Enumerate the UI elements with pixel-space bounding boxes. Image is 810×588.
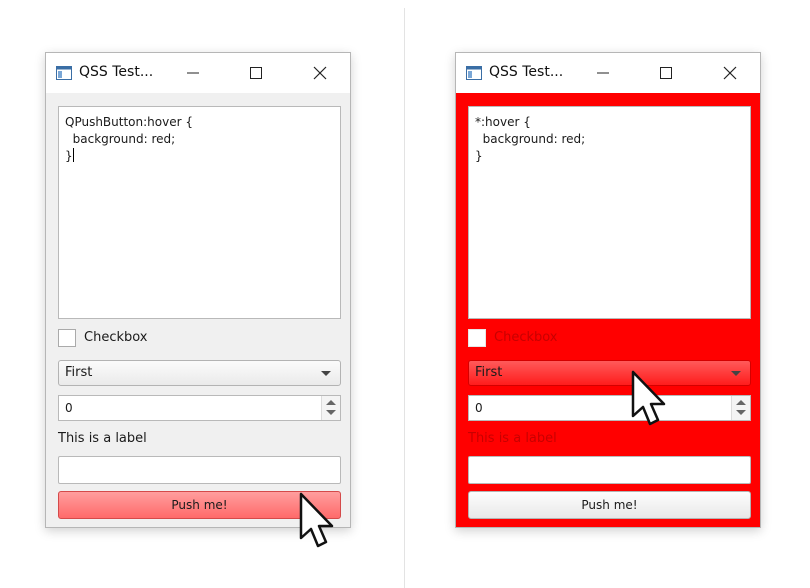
editor-line: *:hover { <box>475 115 531 129</box>
spin-down-icon[interactable] <box>326 410 336 415</box>
stylesheet-editor[interactable]: *:hover { background: red; } <box>468 106 751 319</box>
title-bar[interactable]: QSS Test... <box>46 53 350 93</box>
maximize-icon[interactable] <box>656 63 676 83</box>
spin-box[interactable]: 0 <box>468 395 751 421</box>
window-left: QSS Test... QPushButton:hover { backgrou… <box>45 52 351 528</box>
close-icon[interactable] <box>310 63 330 83</box>
stylesheet-editor[interactable]: QPushButton:hover { background: red; } <box>58 106 341 319</box>
editor-line: } <box>65 149 73 163</box>
panel-divider <box>404 8 405 588</box>
combo-box[interactable]: First <box>468 360 751 386</box>
push-button[interactable]: Push me! <box>468 491 751 519</box>
spin-box[interactable]: 0 <box>58 395 341 421</box>
editor-line: } <box>475 149 483 163</box>
minimize-icon[interactable] <box>593 63 613 83</box>
app-window-icon <box>56 65 72 80</box>
mouse-pointer-icon <box>631 370 666 426</box>
spin-value: 0 <box>65 401 73 415</box>
window-title: QSS Test... <box>489 64 564 80</box>
window-client: QPushButton:hover { background: red; } C… <box>46 93 350 527</box>
window-title: QSS Test... <box>79 64 154 80</box>
static-label: This is a label <box>468 431 557 446</box>
static-label: This is a label <box>58 431 147 446</box>
spin-buttons[interactable] <box>321 396 340 420</box>
combo-box[interactable]: First <box>58 360 341 386</box>
spin-buttons[interactable] <box>731 396 750 420</box>
spin-up-icon[interactable] <box>736 400 746 405</box>
editor-line: background: red; <box>65 132 176 146</box>
checkbox-label: Checkbox <box>84 330 148 345</box>
spin-down-icon[interactable] <box>736 410 746 415</box>
combo-value: First <box>475 365 503 380</box>
spin-value: 0 <box>475 401 483 415</box>
minimize-icon[interactable] <box>183 63 203 83</box>
window-right: QSS Test... *:hover { background: red; }… <box>455 52 761 528</box>
title-bar[interactable]: QSS Test... <box>456 53 760 93</box>
chevron-down-icon <box>731 371 741 376</box>
checkbox-label: Checkbox <box>494 330 558 345</box>
editor-line: background: red; <box>475 132 586 146</box>
combo-value: First <box>65 365 93 380</box>
spin-up-icon[interactable] <box>326 400 336 405</box>
maximize-icon[interactable] <box>246 63 266 83</box>
app-window-icon <box>466 65 482 80</box>
window-client: *:hover { background: red; } Checkbox Fi… <box>456 93 760 527</box>
checkbox[interactable] <box>468 329 486 347</box>
checkbox[interactable] <box>58 329 76 347</box>
line-edit[interactable] <box>58 456 341 484</box>
line-edit[interactable] <box>468 456 751 484</box>
text-cursor <box>72 148 74 162</box>
chevron-down-icon <box>321 371 331 376</box>
mouse-pointer-icon <box>299 492 334 548</box>
editor-line: QPushButton:hover { <box>65 115 193 129</box>
close-icon[interactable] <box>720 63 740 83</box>
